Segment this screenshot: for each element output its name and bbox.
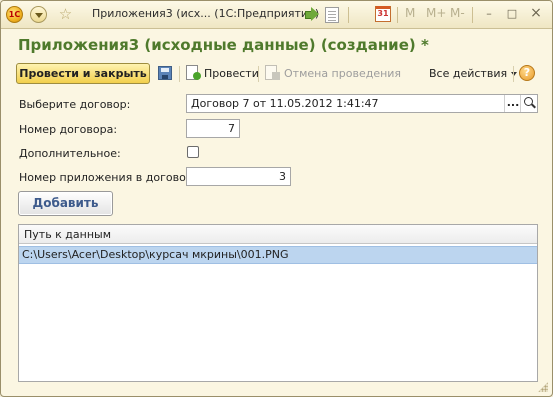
calendar-icon[interactable]: 31	[375, 6, 391, 22]
memory-minus-button[interactable]: M-	[450, 6, 465, 25]
save-icon[interactable]	[158, 66, 172, 80]
help-icon[interactable]: ?	[519, 65, 535, 81]
cancel-posting-icon	[265, 65, 280, 81]
add-button[interactable]: Добавить	[18, 191, 113, 216]
contract-number-label: Номер договора:	[19, 123, 118, 136]
title-separator	[348, 7, 349, 23]
main-menu-button[interactable]	[30, 6, 47, 23]
all-actions-label: Все действия	[429, 67, 508, 80]
form-title: Приложения3 (исходные данные) (создание)…	[18, 36, 429, 54]
contract-field[interactable]: Договор 7 от 11.05.2012 1:41:47 ...	[186, 94, 538, 113]
select-button[interactable]: ...	[504, 95, 521, 112]
cancel-posting-button: Отмена проведения	[284, 67, 402, 80]
window-title: Приложения3 (исх... (1С:Предприятие)	[92, 7, 320, 20]
forward-arrow-icon[interactable]	[303, 5, 320, 24]
toolbar-separator	[179, 66, 180, 82]
command-bar: Провести и закрыть Провести Отмена прове…	[1, 60, 552, 87]
restore-button[interactable]: □	[501, 5, 523, 22]
title-separator	[472, 7, 473, 23]
all-actions-menu[interactable]: Все действия	[429, 67, 518, 80]
memory-plus-button[interactable]: M+	[426, 6, 446, 25]
application-window: 1С ☆ Приложения3 (исх... (1С:Предприятие…	[0, 0, 553, 397]
additional-checkbox[interactable]	[187, 146, 199, 158]
appendix-number-label: Номер приложения в договоре:	[19, 171, 204, 184]
contract-value: Договор 7 от 11.05.2012 1:41:47	[191, 97, 379, 110]
data-table[interactable]: Путь к данным C:\Users\Acer\Desktop\курс…	[18, 224, 538, 382]
document-icon[interactable]	[325, 7, 339, 23]
search-icon[interactable]	[520, 95, 537, 112]
post-and-close-button[interactable]: Провести и закрыть	[16, 63, 150, 84]
memory-m-button[interactable]: M	[405, 6, 415, 25]
additional-label: Дополнительное:	[19, 147, 121, 160]
appendix-number-field[interactable]: 3	[186, 167, 291, 186]
title-separator	[397, 7, 398, 23]
post-document-icon[interactable]	[186, 65, 201, 81]
table-row[interactable]: C:\Users\Acer\Desktop\курсач мкрины\001.…	[19, 246, 537, 264]
column-header-path[interactable]: Путь к данным	[19, 225, 537, 244]
title-bar: 1С ☆ Приложения3 (исх... (1С:Предприятие…	[1, 1, 552, 29]
toolbar-separator	[258, 66, 259, 82]
post-button[interactable]: Провести	[204, 67, 259, 80]
chevron-down-icon	[511, 72, 518, 76]
1c-logo-icon[interactable]: 1С	[6, 6, 23, 23]
toolbar-separator	[513, 66, 514, 82]
contract-label: Выберите договор:	[19, 98, 131, 111]
close-button[interactable]: ×	[525, 5, 547, 22]
resize-grip[interactable]	[538, 382, 548, 392]
favorite-star-icon[interactable]: ☆	[57, 6, 74, 23]
minimize-button[interactable]: –	[478, 5, 500, 22]
contract-number-field[interactable]: 7	[186, 119, 240, 138]
